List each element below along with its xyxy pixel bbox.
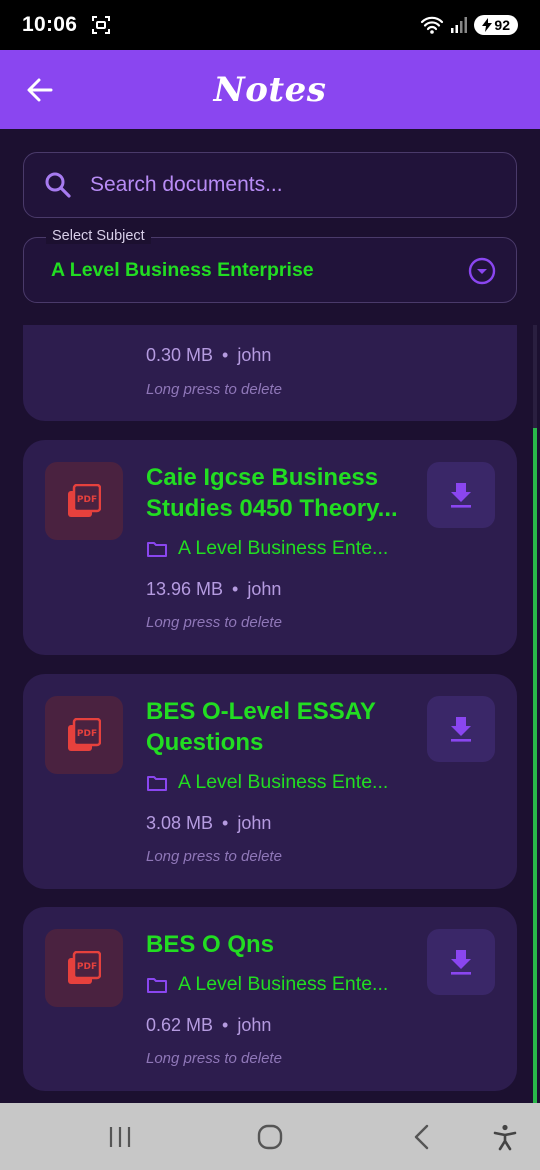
- status-bar: 10:06 92: [0, 0, 540, 50]
- document-card[interactable]: PDF BES O Qns A Level Business Ente... 0…: [23, 907, 517, 1091]
- app-bar: Notes: [0, 50, 540, 129]
- document-owner: john: [237, 1015, 272, 1035]
- document-owner: john: [237, 345, 272, 365]
- battery-indicator: 92: [474, 15, 518, 35]
- accessibility-icon[interactable]: [491, 1123, 519, 1151]
- document-owner: john: [237, 813, 272, 833]
- delete-hint: Long press to delete: [146, 1050, 282, 1067]
- document-size: 0.62 MB: [146, 1015, 214, 1035]
- document-card[interactable]: PDF BES O-Level ESSAY Questions A Level …: [23, 674, 517, 889]
- document-meta: 13.96 MB • john: [146, 579, 282, 599]
- page-title: Notes: [213, 69, 327, 110]
- screen-capture-icon: [92, 16, 111, 34]
- document-owner: john: [247, 579, 282, 599]
- search-icon: [45, 172, 71, 198]
- pdf-icon-label: PDF: [77, 495, 97, 505]
- download-icon: [451, 950, 471, 975]
- delete-hint: Long press to delete: [146, 381, 282, 398]
- document-subject: A Level Business Ente...: [146, 771, 388, 794]
- scrollbar-thumb[interactable]: [533, 428, 537, 1103]
- document-subject-label: A Level Business Ente...: [178, 771, 389, 793]
- download-button[interactable]: [427, 696, 495, 762]
- system-nav-bar: [0, 1103, 540, 1170]
- home-icon[interactable]: [256, 1123, 284, 1151]
- battery-level: 92: [494, 17, 510, 33]
- back-button[interactable]: [24, 74, 56, 106]
- document-title: Caie Igcse Business Studies 0450 Theory.…: [146, 464, 398, 522]
- folder-icon: [147, 977, 167, 993]
- subject-select[interactable]: Select Subject A Level Business Enterpri…: [23, 228, 517, 303]
- search-input[interactable]: [90, 173, 470, 197]
- folder-icon: [147, 775, 167, 791]
- document-title: BES O Qns: [146, 931, 275, 958]
- document-meta: 0.62 MB • john: [146, 1015, 272, 1035]
- document-meta: 0.30 MB • john: [146, 345, 272, 365]
- search-box[interactable]: [23, 152, 517, 218]
- download-icon: [451, 717, 471, 742]
- charging-icon: [482, 18, 493, 32]
- download-button[interactable]: [427, 929, 495, 995]
- document-card[interactable]: PDF Caie Igcse Business Studies 0450 The…: [23, 440, 517, 655]
- document-size: 0.30 MB: [146, 345, 214, 365]
- document-subject-label: A Level Business Ente...: [178, 973, 389, 995]
- back-arrow-icon: [27, 78, 53, 102]
- document-list[interactable]: 0.30 MB • john Long press to delete PDF Ca…: [0, 325, 540, 1103]
- folder-icon: [147, 541, 167, 557]
- document-size: 13.96 MB: [146, 579, 224, 599]
- pdf-icon: PDF: [45, 929, 123, 1007]
- dropdown-icon[interactable]: [468, 257, 496, 285]
- pdf-icon-label: PDF: [77, 729, 97, 739]
- status-indicators: 92: [420, 15, 518, 35]
- document-meta: 3.08 MB • john: [146, 813, 272, 833]
- delete-hint: Long press to delete: [146, 614, 282, 631]
- delete-hint: Long press to delete: [146, 848, 282, 865]
- document-subject: A Level Business Ente...: [146, 973, 388, 996]
- download-button[interactable]: [427, 462, 495, 528]
- pdf-icon: PDF: [45, 696, 123, 774]
- back-icon[interactable]: [408, 1123, 436, 1151]
- subject-select-label: Select Subject: [46, 228, 151, 244]
- wifi-icon: [421, 16, 444, 34]
- status-time: 10:06: [22, 13, 78, 36]
- pdf-icon: PDF: [45, 462, 123, 540]
- download-icon: [451, 483, 471, 508]
- signal-icon: [451, 17, 468, 33]
- document-title: BES O-Level ESSAY Questions: [146, 698, 376, 756]
- document-size: 3.08 MB: [146, 813, 214, 833]
- recent-apps-icon[interactable]: [106, 1123, 134, 1151]
- document-card[interactable]: 0.30 MB • john Long press to delete: [23, 325, 517, 421]
- document-subject: A Level Business Ente...: [146, 537, 388, 560]
- document-subject-label: A Level Business Ente...: [178, 537, 389, 559]
- subject-select-value: A Level Business Enterprise: [51, 258, 314, 281]
- pdf-icon-label: PDF: [77, 962, 97, 972]
